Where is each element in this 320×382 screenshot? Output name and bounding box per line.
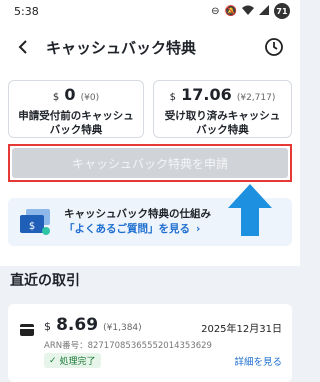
recent-transactions-title: 直近の取引: [10, 273, 80, 289]
dnd-icon: ⊖: [211, 5, 220, 17]
check-icon: ✓: [49, 355, 57, 366]
history-button[interactable]: [262, 35, 286, 59]
received-label: 受け取り済みキャッシュ バック特典: [164, 110, 281, 136]
transaction-amount: $ 8.69 (¥1,384): [44, 315, 142, 335]
status-icons: ⊖ 🔕 71: [211, 3, 290, 19]
signal-icon: [259, 4, 269, 18]
cashback-summary: $ 0 (¥0) 申請受付前のキャッシュ バック特典 $ 17.06 (¥2,7…: [0, 72, 300, 266]
status-time: 5:38: [14, 4, 39, 18]
transaction-arn: ARN番号：82717085365552014353629: [44, 341, 212, 351]
pending-amount: 0: [64, 85, 76, 104]
arrow-up-icon: [228, 184, 272, 236]
pending-yen: (¥0): [80, 93, 100, 103]
cashback-card-icon: $: [20, 209, 50, 235]
faq-link[interactable]: 「よくあるご質問」を見る ›: [64, 222, 211, 237]
apply-button-highlight: キャッシュバック特典を申請: [8, 144, 292, 182]
battery-icon: 71: [274, 3, 290, 19]
chevron-right-icon: ›: [196, 223, 201, 235]
wifi-icon: [242, 5, 254, 18]
currency-symbol: $: [169, 92, 177, 103]
back-button[interactable]: [10, 34, 36, 60]
transaction-date: 2025年12月31日: [201, 324, 282, 335]
status-bar: 5:38 ⊖ 🔕 71: [0, 0, 300, 22]
info-title: キャッシュバック特典の仕組み: [64, 208, 211, 220]
pending-label: 申請受付前のキャッシュ バック特典: [18, 110, 134, 136]
currency-symbol: $: [52, 92, 60, 103]
clock-icon: [265, 38, 283, 56]
pending-cashback-card: $ 0 (¥0) 申請受付前のキャッシュ バック特典: [8, 80, 144, 138]
app-header: キャッシュバック特典: [0, 22, 300, 72]
received-amount: 17.06: [181, 85, 232, 104]
page-title: キャッシュバック特典: [46, 38, 197, 57]
svg-text:$: $: [29, 221, 35, 232]
credit-card-icon: [20, 324, 34, 336]
apply-cashback-button[interactable]: キャッシュバック特典を申請: [12, 148, 288, 178]
received-cashback-card: $ 17.06 (¥2,717) 受け取り済みキャッシュ バック特典: [153, 80, 292, 138]
mute-icon: 🔕: [224, 5, 237, 17]
view-details-link[interactable]: 詳細を見る: [234, 354, 282, 368]
status-badge: ✓ 処理完了: [44, 353, 101, 368]
transaction-card[interactable]: $ 8.69 (¥1,384) 2025年12月31日 ARN番号：827170…: [8, 304, 292, 382]
received-yen: (¥2,717): [236, 93, 276, 103]
back-arrow-icon: [18, 40, 27, 54]
